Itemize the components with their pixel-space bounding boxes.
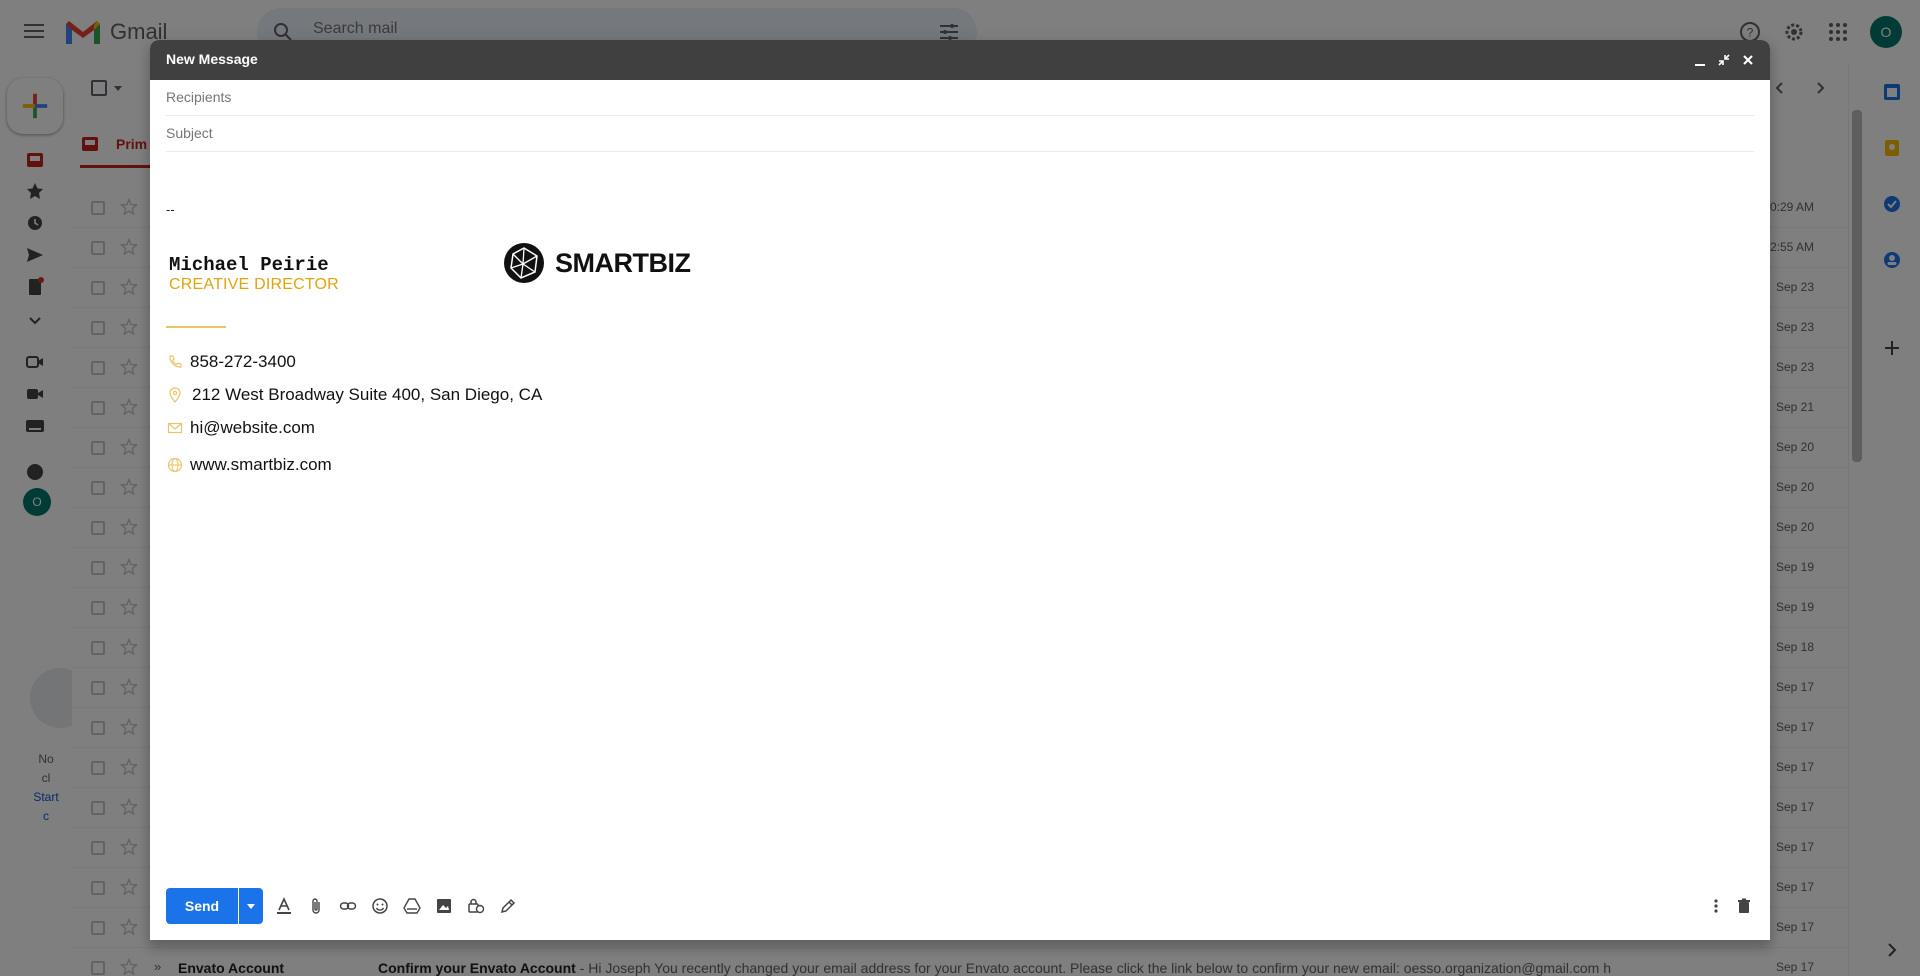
compose-toolbar: Send: [150, 878, 1770, 938]
send-options-button[interactable]: [239, 888, 263, 924]
insert-link-button[interactable]: [338, 896, 358, 916]
close-icon: [1743, 55, 1753, 65]
signature-email[interactable]: hi@website.com: [190, 418, 315, 438]
photo-icon: [437, 899, 451, 913]
signature-company-logo: SMARTBIZ: [503, 242, 691, 284]
exit-full-screen-icon: [1718, 54, 1730, 66]
lock-clock-icon: [468, 898, 485, 914]
signature-address: 212 West Broadway Suite 400, San Diego, …: [192, 385, 543, 404]
signature-company-name: SMARTBIZ: [555, 247, 691, 278]
paperclip-icon: [312, 898, 320, 914]
recipients-field[interactable]: [166, 80, 1754, 116]
envelope-icon: [167, 422, 183, 434]
signature-role: CREATIVE DIRECTOR: [169, 276, 339, 293]
signature-website[interactable]: www.smartbiz.com: [190, 455, 332, 475]
emoji-icon: [372, 898, 388, 914]
caret-down-icon: [247, 904, 255, 909]
compose-title: New Message: [166, 51, 258, 67]
insert-drive-button[interactable]: [402, 896, 422, 916]
text-format-icon: [277, 897, 291, 914]
location-pin-icon: [169, 387, 181, 403]
drive-icon: [403, 898, 421, 914]
signature-divider: [166, 326, 226, 328]
compose-header[interactable]: New Message: [150, 40, 1770, 80]
subject-field[interactable]: [166, 116, 1754, 152]
insert-emoji-button[interactable]: [370, 896, 390, 916]
insert-signature-button[interactable]: [498, 896, 518, 916]
trash-icon: [1738, 898, 1750, 913]
signature-phone: 858-272-3400: [190, 352, 296, 371]
more-options-button[interactable]: [1706, 896, 1726, 916]
recipients-input[interactable]: [166, 89, 1746, 105]
compose-dialog: New Message -- Michael Peirie CREATIVE D…: [150, 40, 1770, 940]
send-button[interactable]: Send: [166, 888, 238, 924]
polyhedron-logo-icon: [504, 243, 544, 283]
close-button[interactable]: [1738, 50, 1758, 70]
signature-separator: --: [166, 202, 175, 217]
more-vert-icon: [1714, 899, 1718, 913]
signature-address-line: 212 West Broadway Suite 400, San Diego, …: [166, 385, 542, 405]
subject-input[interactable]: [166, 125, 1746, 141]
signature-email-line: hi@website.com: [166, 418, 315, 438]
signature-name: Michael Peirie: [169, 254, 329, 276]
phone-icon: [169, 355, 182, 368]
attach-files-button[interactable]: [306, 896, 326, 916]
discard-draft-button[interactable]: [1734, 896, 1754, 916]
exit-full-screen-button[interactable]: [1714, 50, 1734, 70]
confidential-mode-button[interactable]: [466, 896, 486, 916]
signature-phone-line: 858-272-3400: [166, 352, 296, 372]
signature-website-line: www.smartbiz.com: [166, 455, 332, 475]
minimize-icon: [1695, 64, 1705, 66]
pen-icon: [500, 898, 516, 914]
message-body[interactable]: -- Michael Peirie CREATIVE DIRECTOR SMAR…: [166, 152, 1754, 812]
link-icon: [339, 902, 357, 910]
insert-photo-button[interactable]: [434, 896, 454, 916]
formatting-options-button[interactable]: [274, 896, 294, 916]
globe-icon: [167, 457, 183, 473]
minimize-button[interactable]: [1690, 50, 1710, 70]
